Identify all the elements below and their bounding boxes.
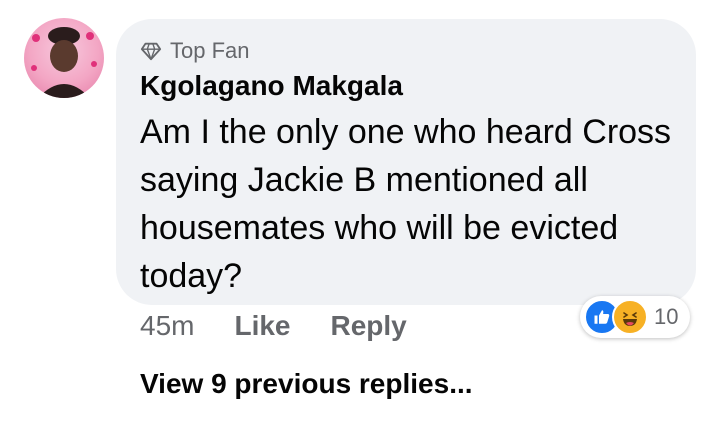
top-fan-badge: Top Fan (140, 38, 250, 64)
reaction-count: 10 (654, 304, 679, 329)
comment-author[interactable]: Kgolagano Makgala (140, 70, 403, 102)
reply-button[interactable]: Reply (331, 310, 407, 342)
like-button[interactable]: Like (234, 310, 290, 342)
avatar-photo (31, 27, 97, 98)
comment-text: Am I the only one who heard Cross saying… (140, 113, 672, 295)
comment-actions: 45m Like Reply (140, 310, 407, 342)
haha-icon (612, 299, 648, 335)
avatar[interactable] (24, 18, 104, 98)
reactions-summary[interactable]: 10 (580, 296, 691, 338)
badge-label: Top Fan (170, 38, 250, 63)
diamond-icon (140, 42, 162, 61)
view-previous-replies-link[interactable]: View 9 previous replies... (140, 368, 473, 400)
timestamp[interactable]: 45m (140, 310, 194, 342)
